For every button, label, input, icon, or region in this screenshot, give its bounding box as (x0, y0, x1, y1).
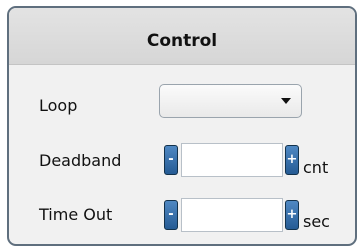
timeout-label: Time Out (39, 205, 113, 224)
loop-label: Loop (39, 96, 78, 115)
timeout-unit: sec (303, 212, 330, 231)
timeout-input[interactable] (181, 198, 283, 232)
deadband-decrement-button[interactable]: - (164, 145, 178, 175)
deadband-increment-button[interactable]: + (285, 145, 299, 175)
deadband-input[interactable] (181, 143, 283, 177)
panel-title: Control (146, 31, 218, 51)
deadband-label: Deadband (39, 151, 122, 170)
timeout-increment-button[interactable]: + (285, 200, 299, 230)
chevron-down-icon (281, 98, 291, 104)
control-panel: Control Loop Deadband - + cnt Time Out -… (7, 6, 357, 246)
panel-header: Control (9, 8, 355, 65)
timeout-decrement-button[interactable]: - (164, 200, 178, 230)
deadband-unit: cnt (303, 158, 329, 177)
loop-dropdown[interactable] (159, 84, 302, 118)
